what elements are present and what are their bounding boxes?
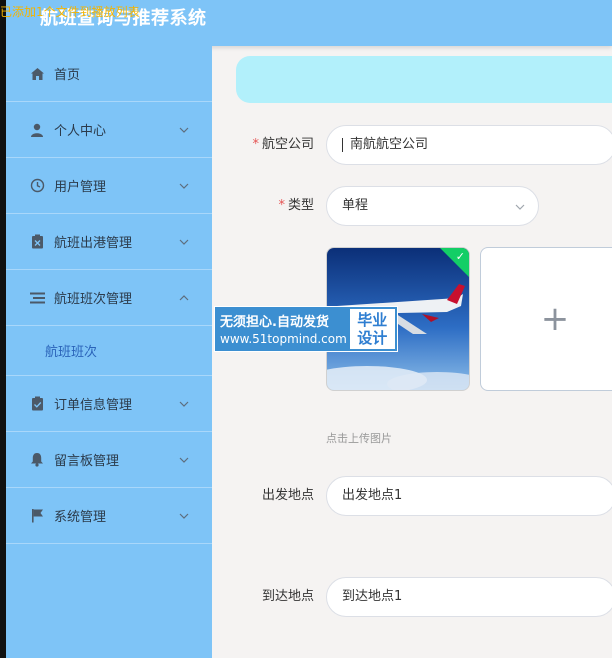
text-cursor-icon xyxy=(342,137,348,152)
sidebar-item-personal-center[interactable]: 个人中心 xyxy=(6,102,212,158)
chevron-down-icon xyxy=(515,204,525,210)
watermark-line1: 无须担心.自动发货 xyxy=(220,315,329,330)
departure-label: 出发地点 xyxy=(261,488,314,503)
watermark-line2: www.51topmind.com xyxy=(220,332,347,346)
airline-input[interactable]: 南航航空公司 xyxy=(326,125,612,165)
flag-icon xyxy=(29,508,45,524)
airline-label: * 航空公司 xyxy=(252,137,314,152)
chevron-down-icon xyxy=(179,239,189,245)
main-content: * 航空公司 南航航空公司 * 类型 单程 ✓ + 点击上传图片 出发地点 出发… xyxy=(212,46,612,658)
sidebar-item-label: 航班班次管理 xyxy=(54,292,133,307)
home-icon xyxy=(29,66,45,82)
sidebar-item-user-management[interactable]: 用户管理 xyxy=(6,158,212,214)
list-icon xyxy=(29,290,45,306)
chevron-down-icon xyxy=(179,127,189,133)
type-select[interactable]: 单程 xyxy=(326,186,539,226)
sidebar-item-home[interactable]: 首页 xyxy=(6,46,212,102)
player-notification: 已添加1个文件到播放列表 xyxy=(0,5,140,19)
departure-input[interactable]: 出发地点1 xyxy=(326,476,612,516)
watermark-banner: 无须担心.自动发货 www.51topmind.com 毕业 设计 xyxy=(214,306,398,352)
upload-hint: 点击上传图片 xyxy=(326,432,392,445)
sidebar-item-departure-management[interactable]: 航班出港管理 xyxy=(6,214,212,270)
sidebar-item-label: 订单信息管理 xyxy=(54,398,133,413)
arrival-input[interactable]: 到达地点1 xyxy=(326,577,612,617)
page-banner xyxy=(236,56,612,103)
required-mark: * xyxy=(278,198,285,213)
sidebar-item-label: 系统管理 xyxy=(54,510,107,525)
watermark-badge: 毕业 设计 xyxy=(349,309,395,349)
sidebar-item-order-management[interactable]: 订单信息管理 xyxy=(6,376,212,432)
chevron-up-icon xyxy=(179,294,189,300)
bell-icon xyxy=(29,452,45,468)
check-icon: ✓ xyxy=(455,250,465,263)
type-label: * 类型 xyxy=(278,198,314,213)
sidebar-item-label: 首页 xyxy=(54,68,81,83)
sidebar-item-label: 留言板管理 xyxy=(54,454,120,469)
clipboard-x-icon xyxy=(29,234,45,250)
clipboard-check-icon xyxy=(29,396,45,412)
sidebar-item-label: 航班出港管理 xyxy=(54,236,133,251)
sidebar-item-message-board[interactable]: 留言板管理 xyxy=(6,432,212,488)
sidebar-subitem-flight-schedule[interactable]: 航班班次 xyxy=(6,326,212,376)
clock-icon xyxy=(29,178,45,194)
sidebar-item-label: 航班班次 xyxy=(45,345,98,360)
sidebar-item-system-management[interactable]: 系统管理 xyxy=(6,488,212,544)
chevron-down-icon xyxy=(179,513,189,519)
sidebar-item-schedule-management[interactable]: 航班班次管理 xyxy=(6,270,212,326)
required-mark: * xyxy=(252,137,259,152)
add-image-button[interactable]: + xyxy=(480,247,612,391)
chevron-down-icon xyxy=(179,457,189,463)
sidebar-item-label: 个人中心 xyxy=(54,124,107,139)
sidebar: 首页 个人中心 用户管理 航班出港管理 航班班次管理 航班班次 订单信息管理 留… xyxy=(6,46,212,658)
plus-icon: + xyxy=(540,299,570,339)
chevron-down-icon xyxy=(179,183,189,189)
sidebar-item-label: 用户管理 xyxy=(54,180,107,195)
arrival-label: 到达地点 xyxy=(261,589,314,604)
user-icon xyxy=(29,122,45,138)
chevron-down-icon xyxy=(179,401,189,407)
